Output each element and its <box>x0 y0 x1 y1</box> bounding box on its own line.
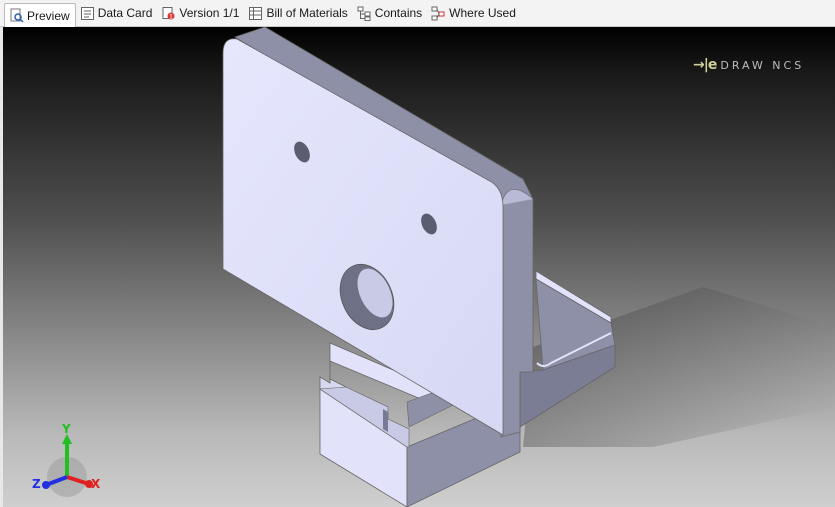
tab-label: Where Used <box>449 6 516 20</box>
bill-of-materials-icon <box>248 6 263 21</box>
edrawings-logo-icon: →|e <box>693 57 717 73</box>
tab-label: Preview <box>27 8 70 23</box>
edrawings-watermark: →|e DRAW NCS <box>693 57 835 73</box>
tab-where-used[interactable]: Where Used <box>427 2 521 24</box>
contains-icon <box>357 6 372 21</box>
tab-label: Contains <box>374 6 423 20</box>
data-card-icon <box>80 6 95 21</box>
axis-label-x: X <box>91 477 101 491</box>
axis-triad: Y X Z <box>29 422 109 502</box>
preview-icon <box>9 8 24 23</box>
version-icon: 1 <box>161 6 176 21</box>
block-slot-inner <box>383 409 388 432</box>
axis-label-y: Y <box>62 422 71 436</box>
tab-version[interactable]: 1 Version 1/1 <box>157 2 244 24</box>
tab-bar: Preview Data Card 1 Version 1/1 Bill of … <box>0 0 835 27</box>
tab-preview[interactable]: Preview <box>4 3 76 27</box>
watermark-text: DRAW NCS <box>720 58 805 72</box>
tab-label: Version 1/1 <box>179 6 240 20</box>
svg-text:1: 1 <box>169 13 173 20</box>
tab-bill-of-materials[interactable]: Bill of Materials <box>244 2 352 24</box>
tab-label: Data Card <box>97 6 153 20</box>
where-used-icon <box>431 6 446 21</box>
tab-label: Bill of Materials <box>266 6 348 20</box>
tab-contains[interactable]: Contains <box>353 2 427 24</box>
tab-data-card[interactable]: Data Card <box>76 2 158 24</box>
preview-viewport[interactable]: Y X Z →|e DRAW NCS <box>3 27 835 507</box>
axis-label-z: Z <box>32 477 41 491</box>
part-model <box>222 27 835 507</box>
